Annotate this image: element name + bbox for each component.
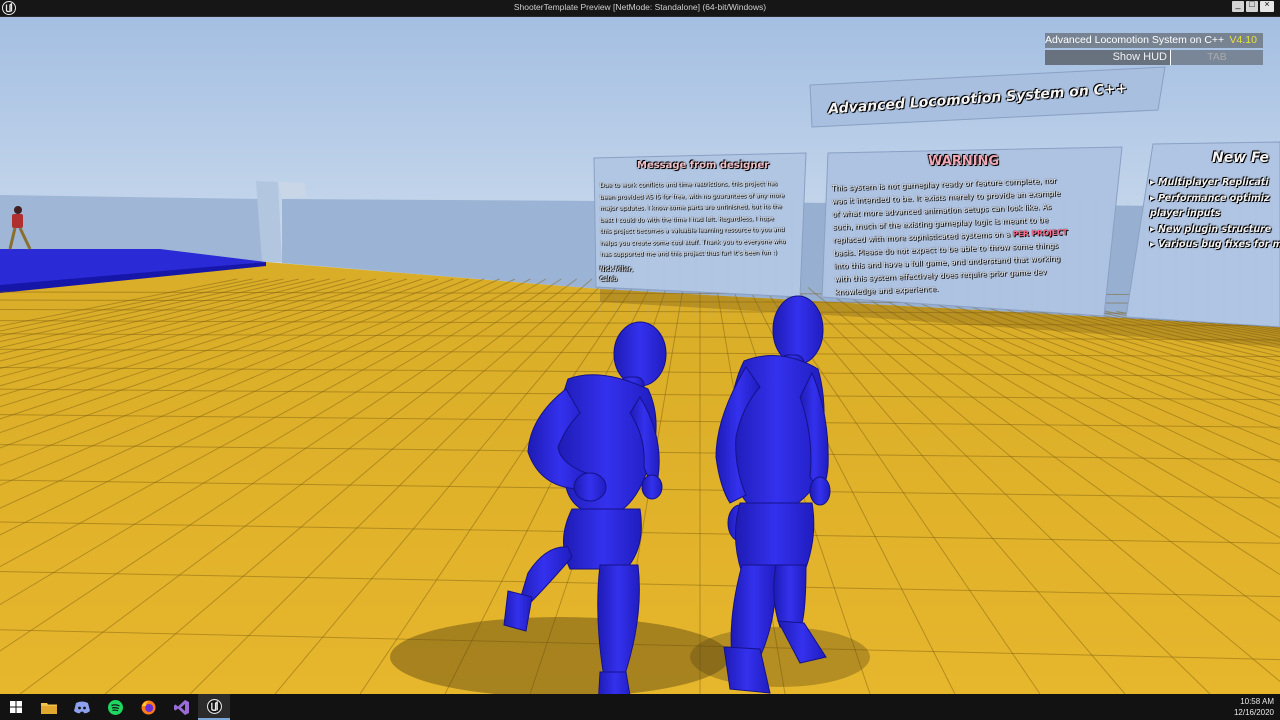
signature-line: Caleb <box>600 276 618 283</box>
taskbar-spotify[interactable] <box>99 694 131 720</box>
system-clock[interactable]: 10:58 AM 12/16/2020 <box>1234 696 1274 718</box>
features-board-title: New Fe <box>1212 150 1269 166</box>
visual-studio-icon <box>173 699 189 715</box>
game-viewport[interactable]: Advanced Locomotion System on C++ Messag… <box>0 17 1280 694</box>
feature-item: ▸ Multiplayer Replicati <box>1150 177 1269 188</box>
minimize-button[interactable]: _ <box>1232 0 1244 12</box>
hud-toggle-row[interactable]: Show HUD TAB <box>1045 50 1263 65</box>
taskbar-unreal-engine[interactable] <box>198 694 230 720</box>
minimize-icon: _ <box>1235 0 1241 9</box>
maximize-button[interactable]: □ <box>1246 0 1258 12</box>
taskbar-firefox[interactable] <box>132 694 164 720</box>
message-signature: Nick Miller, Caleb <box>600 265 633 285</box>
message-board-body: Due to work conflicts and time restricti… <box>600 178 797 261</box>
close-button[interactable]: × <box>1260 0 1274 12</box>
feature-item: ▸ Performance optimiz <box>1150 192 1270 204</box>
hud-version: V4.10 <box>1229 34 1257 46</box>
hud-header: Advanced Locomotion System on C++ V4.10 <box>1045 33 1263 48</box>
window-title: ShooterTemplate Preview [NetMode: Standa… <box>513 2 767 12</box>
wall-pillar-cap <box>278 182 306 199</box>
window-controls: _ □ × <box>1232 0 1274 12</box>
features-list: ▸ Multiplayer Replicati ▸ Performance op… <box>1150 175 1280 253</box>
show-hud-key-hint: TAB <box>1171 50 1263 65</box>
windows-start-icon <box>10 701 22 713</box>
firefox-icon <box>141 700 155 714</box>
warning-highlight: PER PROJECT <box>1012 227 1068 239</box>
window-title-bar: ShooterTemplate Preview [NetMode: Standa… <box>0 0 1280 17</box>
hud-project-name: Advanced Locomotion System on C++ <box>1045 34 1225 46</box>
maximize-icon: □ <box>1249 0 1255 9</box>
message-line: has supported me and this project thus f… <box>600 249 777 259</box>
taskbar-visual-studio[interactable] <box>165 694 197 720</box>
unreal-engine-icon <box>206 698 222 714</box>
taskbar-file-explorer[interactable] <box>33 694 65 720</box>
windows-taskbar: 10:58 AM 12/16/2020 <box>0 694 1280 720</box>
spotify-icon <box>107 699 123 715</box>
clock-time: 10:58 AM <box>1240 697 1274 706</box>
feature-item: player inputs <box>1150 208 1221 219</box>
start-button[interactable] <box>0 694 32 720</box>
hud-panel: Advanced Locomotion System on C++ V4.10 … <box>1045 33 1263 65</box>
signature-line: Nick Miller, <box>600 266 634 273</box>
show-hud-toggle[interactable]: Show HUD <box>1045 50 1171 65</box>
feature-item: ▸ New plugin structure <box>1150 223 1272 235</box>
discord-icon <box>74 701 90 713</box>
feature-item: ▸ Various bug fixes for m <box>1150 239 1280 250</box>
character-shadow <box>390 617 730 694</box>
folder-icon <box>41 702 57 714</box>
close-icon: × <box>1264 0 1270 9</box>
message-board-title: Message from designer <box>637 160 770 171</box>
character-shadow <box>690 627 870 687</box>
warning-board-body: This system is not gameplay ready or fea… <box>831 172 1105 298</box>
taskbar-discord[interactable] <box>66 694 98 720</box>
scene-render <box>0 17 1280 694</box>
clock-date: 12/16/2020 <box>1233 708 1274 717</box>
warning-board-title: WARNING <box>928 154 1000 169</box>
